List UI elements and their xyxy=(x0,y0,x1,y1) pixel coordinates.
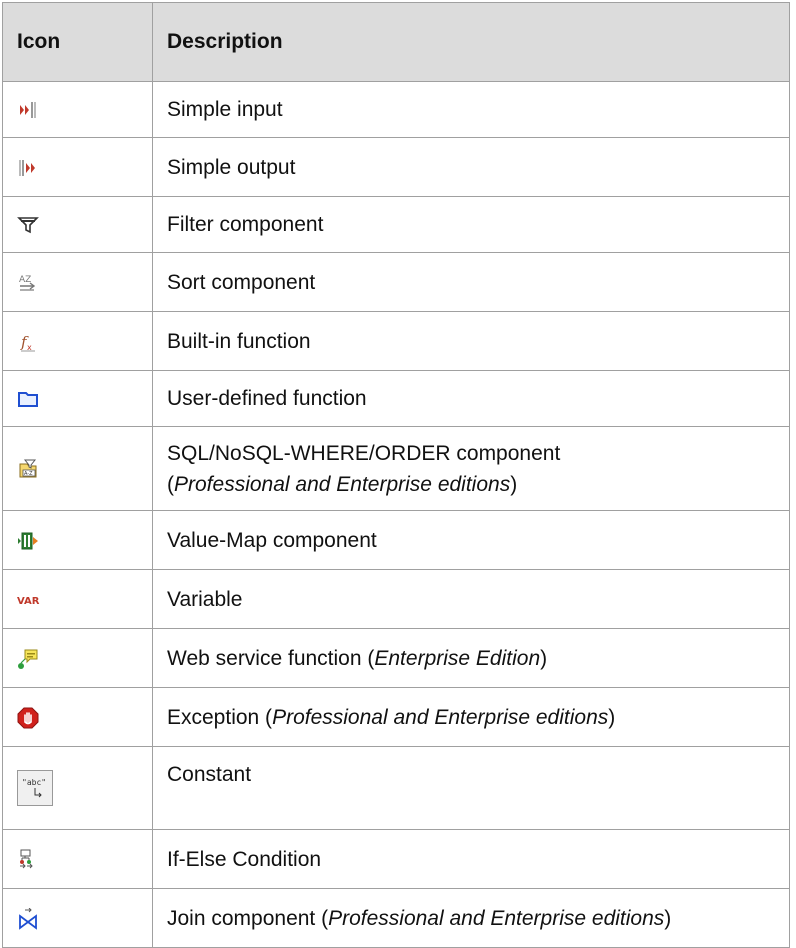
svg-text:VAR: VAR xyxy=(17,596,40,607)
icon-cell: "abc" xyxy=(2,746,153,830)
table-row: AZ Sort component xyxy=(2,252,790,312)
value-map-icon xyxy=(17,530,39,552)
table-row: Exception (Professional and Enterprise e… xyxy=(2,687,790,747)
icon-cell: AZ xyxy=(2,252,153,312)
icon-cell xyxy=(2,81,153,138)
table-header-row: Icon Description xyxy=(2,2,790,82)
description-cell: Join component (Professional and Enterpr… xyxy=(152,888,790,948)
icon-cell xyxy=(2,370,153,427)
table-row: Web service function (Enterprise Edition… xyxy=(2,628,790,688)
variable-icon: VAR xyxy=(17,589,40,611)
icon-cell xyxy=(2,137,153,197)
svg-text:"abc": "abc" xyxy=(22,778,46,787)
icon-description-table: Icon Description Simple input Simple out… xyxy=(2,2,790,948)
builtin-function-icon: f x xyxy=(17,331,39,353)
table-row: Value-Map component xyxy=(2,510,790,570)
svg-text:A-Z: A-Z xyxy=(24,471,33,477)
description-cell: Variable xyxy=(152,569,790,629)
icon-cell xyxy=(2,196,153,253)
header-description: Description xyxy=(152,2,790,82)
table-row: A-Z SQL/NoSQL-WHERE/ORDER component (Pro… xyxy=(2,426,790,511)
table-row: Simple output xyxy=(2,137,790,197)
simple-input-icon xyxy=(17,99,39,121)
if-else-icon xyxy=(17,849,39,871)
table-row: If-Else Condition xyxy=(2,829,790,889)
user-defined-function-icon xyxy=(17,388,39,410)
table-row: Simple input xyxy=(2,81,790,138)
exception-icon xyxy=(17,707,39,729)
table-row: VAR Variable xyxy=(2,569,790,629)
description-cell: Built-in function xyxy=(152,311,790,371)
description-cell: User-defined function xyxy=(152,370,790,427)
icon-cell xyxy=(2,628,153,688)
icon-cell: VAR xyxy=(2,569,153,629)
table-row: Join component (Professional and Enterpr… xyxy=(2,888,790,948)
icon-cell xyxy=(2,687,153,747)
icon-cell xyxy=(2,888,153,948)
join-icon xyxy=(17,907,39,930)
header-icon: Icon xyxy=(2,2,153,82)
description-cell: Simple input xyxy=(152,81,790,138)
sql-where-order-icon: A-Z xyxy=(17,458,39,480)
icon-cell xyxy=(2,510,153,570)
filter-icon xyxy=(17,214,39,236)
description-cell: Web service function (Enterprise Edition… xyxy=(152,628,790,688)
description-cell: Simple output xyxy=(152,137,790,197)
description-cell: Constant xyxy=(152,746,790,830)
description-cell: Filter component xyxy=(152,196,790,253)
icon-cell: A-Z xyxy=(2,426,153,511)
icon-cell xyxy=(2,829,153,889)
table-row: "abc" Constant xyxy=(2,746,790,830)
web-service-icon xyxy=(17,648,39,670)
sort-icon: AZ xyxy=(17,272,39,294)
table-row: User-defined function xyxy=(2,370,790,427)
description-cell: Sort component xyxy=(152,252,790,312)
simple-output-icon xyxy=(17,157,39,179)
constant-icon: "abc" xyxy=(17,770,53,806)
description-cell: If-Else Condition xyxy=(152,829,790,889)
description-cell: Value-Map component xyxy=(152,510,790,570)
svg-text:AZ: AZ xyxy=(19,275,31,285)
description-cell: Exception (Professional and Enterprise e… xyxy=(152,687,790,747)
icon-cell: f x xyxy=(2,311,153,371)
description-cell: SQL/NoSQL-WHERE/ORDER component (Profess… xyxy=(152,426,790,511)
table-row: Filter component xyxy=(2,196,790,253)
table-row: f x Built-in function xyxy=(2,311,790,371)
